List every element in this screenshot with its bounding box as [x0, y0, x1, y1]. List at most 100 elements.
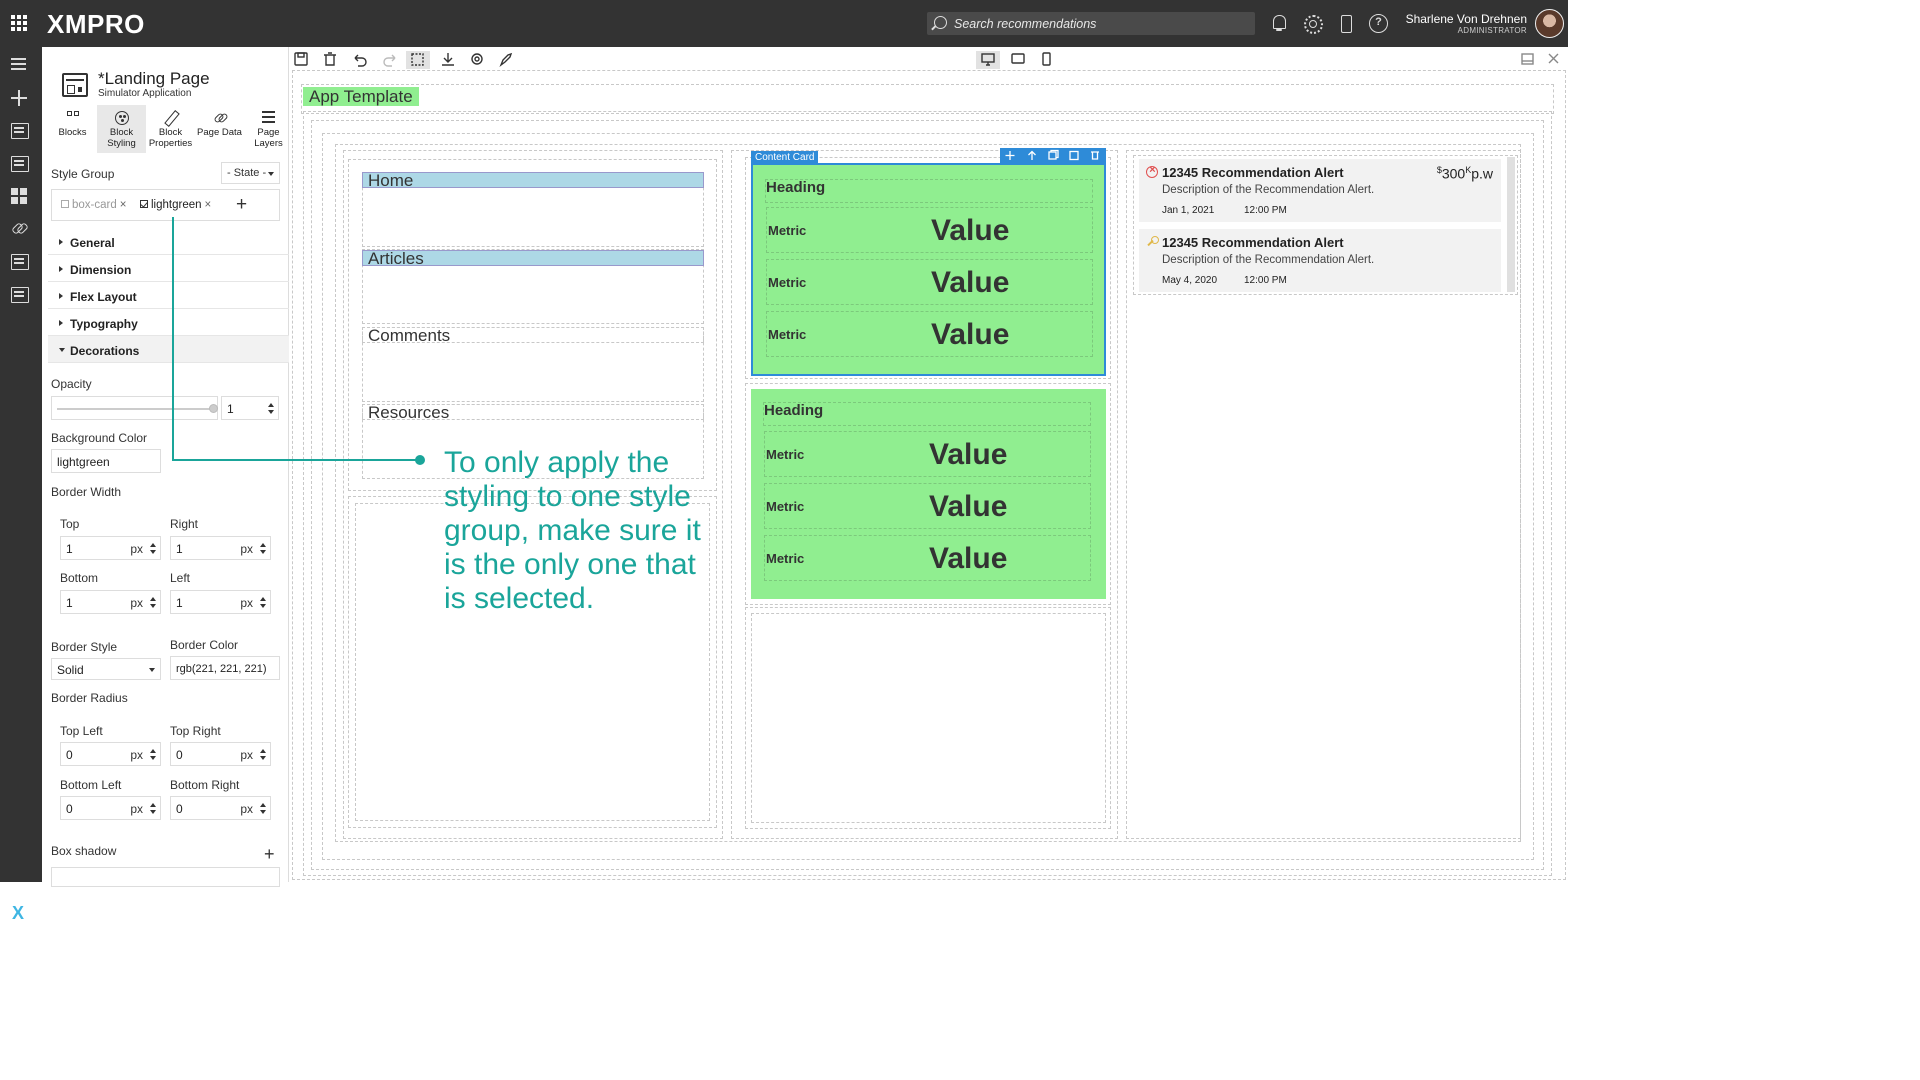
section-general[interactable]: General: [48, 228, 289, 255]
user-name[interactable]: Sharlene Von Drehnen: [1380, 12, 1527, 26]
metric-row[interactable]: Metric Value: [764, 535, 1091, 581]
settings-icon[interactable]: [471, 53, 483, 65]
calendar-icon[interactable]: [11, 287, 29, 303]
metric-row[interactable]: Metric Value: [764, 483, 1091, 529]
metric-row[interactable]: Metric Value: [764, 431, 1091, 477]
mobile-view-icon[interactable]: [1042, 52, 1051, 66]
scrollbar[interactable]: [1507, 157, 1515, 292]
content-card-selected[interactable]: Heading Metric Value Metric Value Metric Va…: [751, 163, 1106, 376]
select-frame-icon[interactable]: [406, 51, 430, 69]
x-logo-icon: X: [12, 903, 25, 923]
box-shadow-input[interactable]: [51, 867, 280, 887]
redo-icon[interactable]: [383, 54, 396, 67]
radius-top-left-input[interactable]: 0 px: [60, 742, 161, 766]
spinner-icon[interactable]: [150, 543, 156, 555]
delete-icon[interactable]: [324, 52, 336, 66]
close-icon[interactable]: [1548, 53, 1559, 64]
app-template-text[interactable]: App Template: [303, 87, 419, 106]
spinner-icon[interactable]: [150, 597, 156, 609]
tab-blocks[interactable]: Blocks: [48, 105, 97, 153]
content-card[interactable]: Heading Metric Value Metric Value Metric Va…: [751, 389, 1106, 599]
nav-resources[interactable]: Resources: [362, 404, 704, 421]
error-circle-icon: [1146, 164, 1158, 178]
checkbox-icon[interactable]: [61, 200, 69, 208]
spinner-icon[interactable]: [268, 403, 274, 415]
avatar[interactable]: [1535, 9, 1564, 38]
border-top-input[interactable]: 1 px: [60, 536, 161, 560]
caret-right-icon: [59, 293, 66, 299]
panel-toggle-icon[interactable]: [1521, 53, 1534, 65]
bell-icon[interactable]: [1270, 14, 1288, 32]
save-block-icon[interactable]: [1069, 150, 1079, 161]
state-dropdown[interactable]: - State -: [221, 162, 280, 184]
spinner-icon[interactable]: [260, 543, 266, 555]
metric-row[interactable]: Metric Value: [766, 311, 1093, 357]
add-icon[interactable]: [11, 90, 29, 106]
opacity-slider[interactable]: [51, 396, 218, 420]
gear-icon[interactable]: [1303, 14, 1323, 34]
desktop-view-icon[interactable]: [976, 51, 1000, 69]
add-style-group-icon[interactable]: +: [236, 194, 247, 216]
checkbox-checked-icon[interactable]: [140, 200, 148, 208]
app-designer-icon[interactable]: [11, 123, 29, 139]
radius-bottom-left-input[interactable]: 0 px: [60, 796, 161, 820]
radius-bottom-right-input[interactable]: 0 px: [170, 796, 271, 820]
move-icon[interactable]: [1005, 151, 1015, 160]
spinner-icon[interactable]: [150, 749, 156, 761]
spinner-icon[interactable]: [150, 803, 156, 815]
border-color-input[interactable]: rgb(221, 221, 221): [170, 656, 280, 680]
undo-icon[interactable]: [354, 54, 367, 67]
spinner-icon[interactable]: [260, 597, 266, 609]
section-flex-layout[interactable]: Flex Layout: [48, 282, 289, 309]
search-box[interactable]: [927, 12, 1255, 35]
section-typography[interactable]: Typography: [48, 309, 289, 336]
style-tag-box-card[interactable]: box-card ×: [61, 199, 126, 211]
menu-icon[interactable]: [11, 58, 29, 74]
dashboard-icon[interactable]: [11, 188, 29, 204]
spinner-icon[interactable]: [260, 749, 266, 761]
delete-block-icon[interactable]: [1091, 151, 1099, 160]
copy-icon[interactable]: [1048, 149, 1059, 160]
download-icon[interactable]: [442, 53, 454, 66]
border-left-input[interactable]: 1 px: [170, 590, 271, 614]
arrow-up-icon[interactable]: [1028, 150, 1036, 161]
nav-comments[interactable]: Comments: [362, 327, 704, 344]
tablet-view-icon[interactable]: [1011, 53, 1025, 64]
background-color-input[interactable]: lightgreen: [51, 449, 161, 473]
tab-page-layers[interactable]: Page Layers: [244, 105, 293, 153]
border-right-input[interactable]: 1 px: [170, 536, 271, 560]
opacity-input[interactable]: 1: [221, 396, 279, 420]
section-dimension[interactable]: Dimension: [48, 255, 289, 282]
nav-home[interactable]: Home: [362, 172, 704, 189]
tab-page-data[interactable]: Page Data: [195, 105, 244, 153]
page-subtitle: Simulator Application: [98, 88, 192, 99]
nav-articles[interactable]: Articles: [362, 250, 704, 267]
border-style-select[interactable]: Solid: [51, 658, 161, 680]
tab-block-properties[interactable]: Block Properties: [146, 105, 195, 153]
recommendation-card[interactable]: 12345 Recommendation Alert Description o…: [1139, 229, 1501, 292]
recommendation-card[interactable]: 12345 Recommendation Alert Description o…: [1139, 159, 1501, 222]
border-bottom-input[interactable]: 1 px: [60, 590, 161, 614]
search-input[interactable]: [954, 12, 1244, 35]
apps-grid-icon[interactable]: [11, 15, 27, 31]
empty-block-middle-inner[interactable]: [751, 613, 1106, 823]
rocket-icon[interactable]: [499, 52, 513, 68]
metric-row[interactable]: Metric Value: [766, 259, 1093, 305]
link-icon[interactable]: [11, 220, 29, 236]
spinner-icon[interactable]: [260, 803, 266, 815]
slider-handle[interactable]: [209, 404, 218, 413]
remove-tag-icon[interactable]: ×: [205, 199, 212, 211]
data-stream-icon[interactable]: [11, 254, 29, 270]
section-decorations[interactable]: Decorations: [48, 336, 289, 363]
metric-row[interactable]: Metric Value: [766, 207, 1093, 253]
border-right-label: Right: [170, 517, 199, 531]
documents-icon[interactable]: [11, 156, 29, 172]
save-icon[interactable]: [294, 52, 308, 66]
mobile-icon[interactable]: [1337, 14, 1355, 33]
style-tag-lightgreen[interactable]: lightgreen ×: [140, 199, 211, 211]
add-box-shadow-icon[interactable]: +: [264, 844, 275, 865]
remove-tag-icon[interactable]: ×: [120, 199, 127, 211]
header-block[interactable]: [301, 84, 1554, 114]
tab-block-styling[interactable]: Block Styling: [97, 105, 146, 153]
radius-top-right-input[interactable]: 0 px: [170, 742, 271, 766]
